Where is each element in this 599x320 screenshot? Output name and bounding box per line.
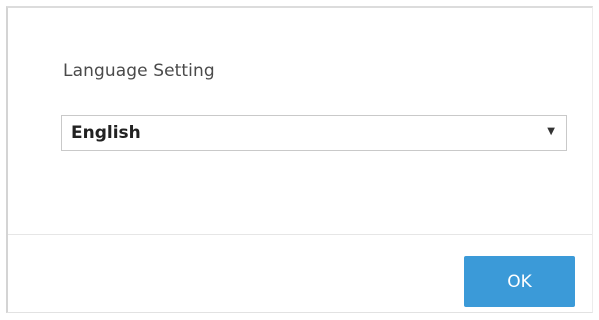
footer-divider [8,234,592,235]
language-select[interactable]: English ▼ [61,115,567,151]
language-dialog: Language Setting English ▼ OK [6,6,593,313]
language-setting-label: Language Setting [63,61,215,81]
ok-button[interactable]: OK [464,256,575,307]
caret-down-icon: ▼ [547,126,555,137]
language-select-value: English [71,123,141,143]
